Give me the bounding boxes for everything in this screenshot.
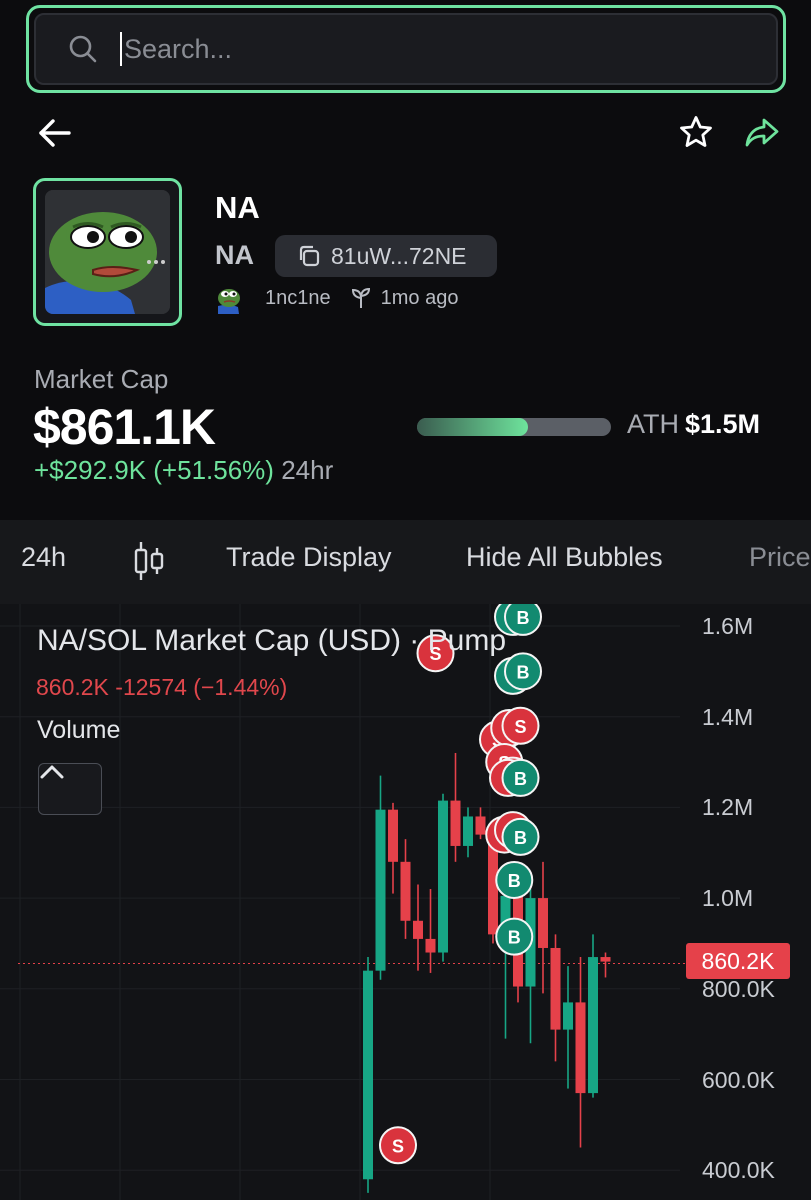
candle-body xyxy=(563,1002,573,1030)
y-axis-label: 1.2M xyxy=(702,794,754,821)
candle-body xyxy=(550,947,561,1030)
candle-body xyxy=(425,938,436,953)
creator-avatar xyxy=(218,289,240,314)
ath-progress-bar xyxy=(417,418,611,436)
y-axis-label: 1.4M xyxy=(702,703,754,730)
chart-ohlc-summary: 860.2K -12574 (−1.44%) xyxy=(36,674,288,700)
candle-body xyxy=(388,809,398,862)
copy-address-button[interactable]: 81uW...72NE xyxy=(275,235,497,277)
copy-icon xyxy=(299,245,320,267)
candle-body xyxy=(463,816,473,846)
share-button[interactable] xyxy=(742,112,782,152)
creator-row: 1nc1ne 1mo ago xyxy=(214,282,458,314)
chart-toolbar: 24h Trade Display Hide All Bubbles Price xyxy=(0,520,811,604)
y-axis-label: 600.0K xyxy=(702,1066,775,1093)
market-cap-value: $861.1K xyxy=(33,399,216,455)
hide-bubbles-button[interactable]: Hide All Bubbles xyxy=(466,542,663,573)
share-icon xyxy=(745,118,779,147)
search-container xyxy=(26,5,786,93)
sprout-icon xyxy=(351,287,370,308)
y-axis-label: 1.0M xyxy=(702,885,754,912)
price-chart[interactable]: SBBBBSSSSSSBSSBBBS NA/SOL Market Cap (US… xyxy=(0,604,811,1200)
candle-body xyxy=(600,957,611,962)
arrow-left-icon xyxy=(39,119,71,147)
candle-body xyxy=(538,898,548,948)
candle-body xyxy=(413,920,423,939)
chevron-up-icon xyxy=(40,765,64,779)
change-value: +$292.9K (+51.56%) xyxy=(34,455,274,485)
bubble-label: B xyxy=(514,828,527,848)
token-address: 81uW...72NE xyxy=(331,242,467,269)
back-button[interactable] xyxy=(33,112,75,154)
y-axis-label: 1.6M xyxy=(702,613,754,639)
bubble-label: B xyxy=(508,928,521,948)
change-period: 24hr xyxy=(281,455,334,485)
y-axis-label: 400.0K xyxy=(702,1157,775,1184)
star-icon xyxy=(680,116,712,147)
volume-label: Volume xyxy=(37,716,121,744)
candle-body xyxy=(375,809,386,971)
chart-title: NA/SOL Market Cap (USD) · Pump xyxy=(37,624,506,657)
candle-body xyxy=(363,970,373,1180)
candle-body xyxy=(475,816,486,835)
candle-body xyxy=(588,957,598,1094)
market-cap-change: +$292.9K (+51.56%) 24hr xyxy=(34,455,333,486)
bubble-label: B xyxy=(517,662,530,682)
candle-type-button[interactable] xyxy=(132,539,166,583)
candle-body xyxy=(575,1002,586,1094)
timeframe-button[interactable]: 24h xyxy=(21,542,66,573)
token-avatar xyxy=(33,178,182,326)
frog-avatar-image xyxy=(45,190,170,314)
search-box[interactable] xyxy=(34,13,778,85)
candle-body xyxy=(400,861,411,921)
market-cap-label: Market Cap xyxy=(34,364,169,394)
ath-display: ATH $1.5M xyxy=(627,409,760,440)
collapse-legend-button[interactable] xyxy=(38,763,102,815)
price-button[interactable]: Price xyxy=(749,542,811,573)
favorite-button[interactable] xyxy=(676,112,716,152)
bubble-label: S xyxy=(392,1136,404,1156)
bubble-label: B xyxy=(514,769,527,789)
ath-progress-fill xyxy=(417,418,528,436)
bubble-label: B xyxy=(517,608,530,628)
ath-label: ATH xyxy=(627,409,679,439)
ath-value: $1.5M xyxy=(685,409,761,439)
last-price-tag: 860.2K xyxy=(686,943,790,979)
text-caret xyxy=(120,32,122,66)
creator-name[interactable]: 1nc1ne xyxy=(265,287,331,310)
trade-display-button[interactable]: Trade Display xyxy=(226,542,392,573)
candle-body xyxy=(438,800,448,953)
candle-body xyxy=(450,800,461,846)
bubble-label: S xyxy=(514,717,526,737)
candlestick-icon xyxy=(134,542,164,580)
search-icon xyxy=(69,35,97,63)
token-symbol: NA xyxy=(215,240,254,270)
created-age: 1mo ago xyxy=(380,286,459,309)
bubble-label: B xyxy=(508,871,521,891)
token-name: NA xyxy=(215,190,260,225)
search-input[interactable] xyxy=(124,33,724,65)
y-axis-label: 800.0K xyxy=(702,975,775,1002)
